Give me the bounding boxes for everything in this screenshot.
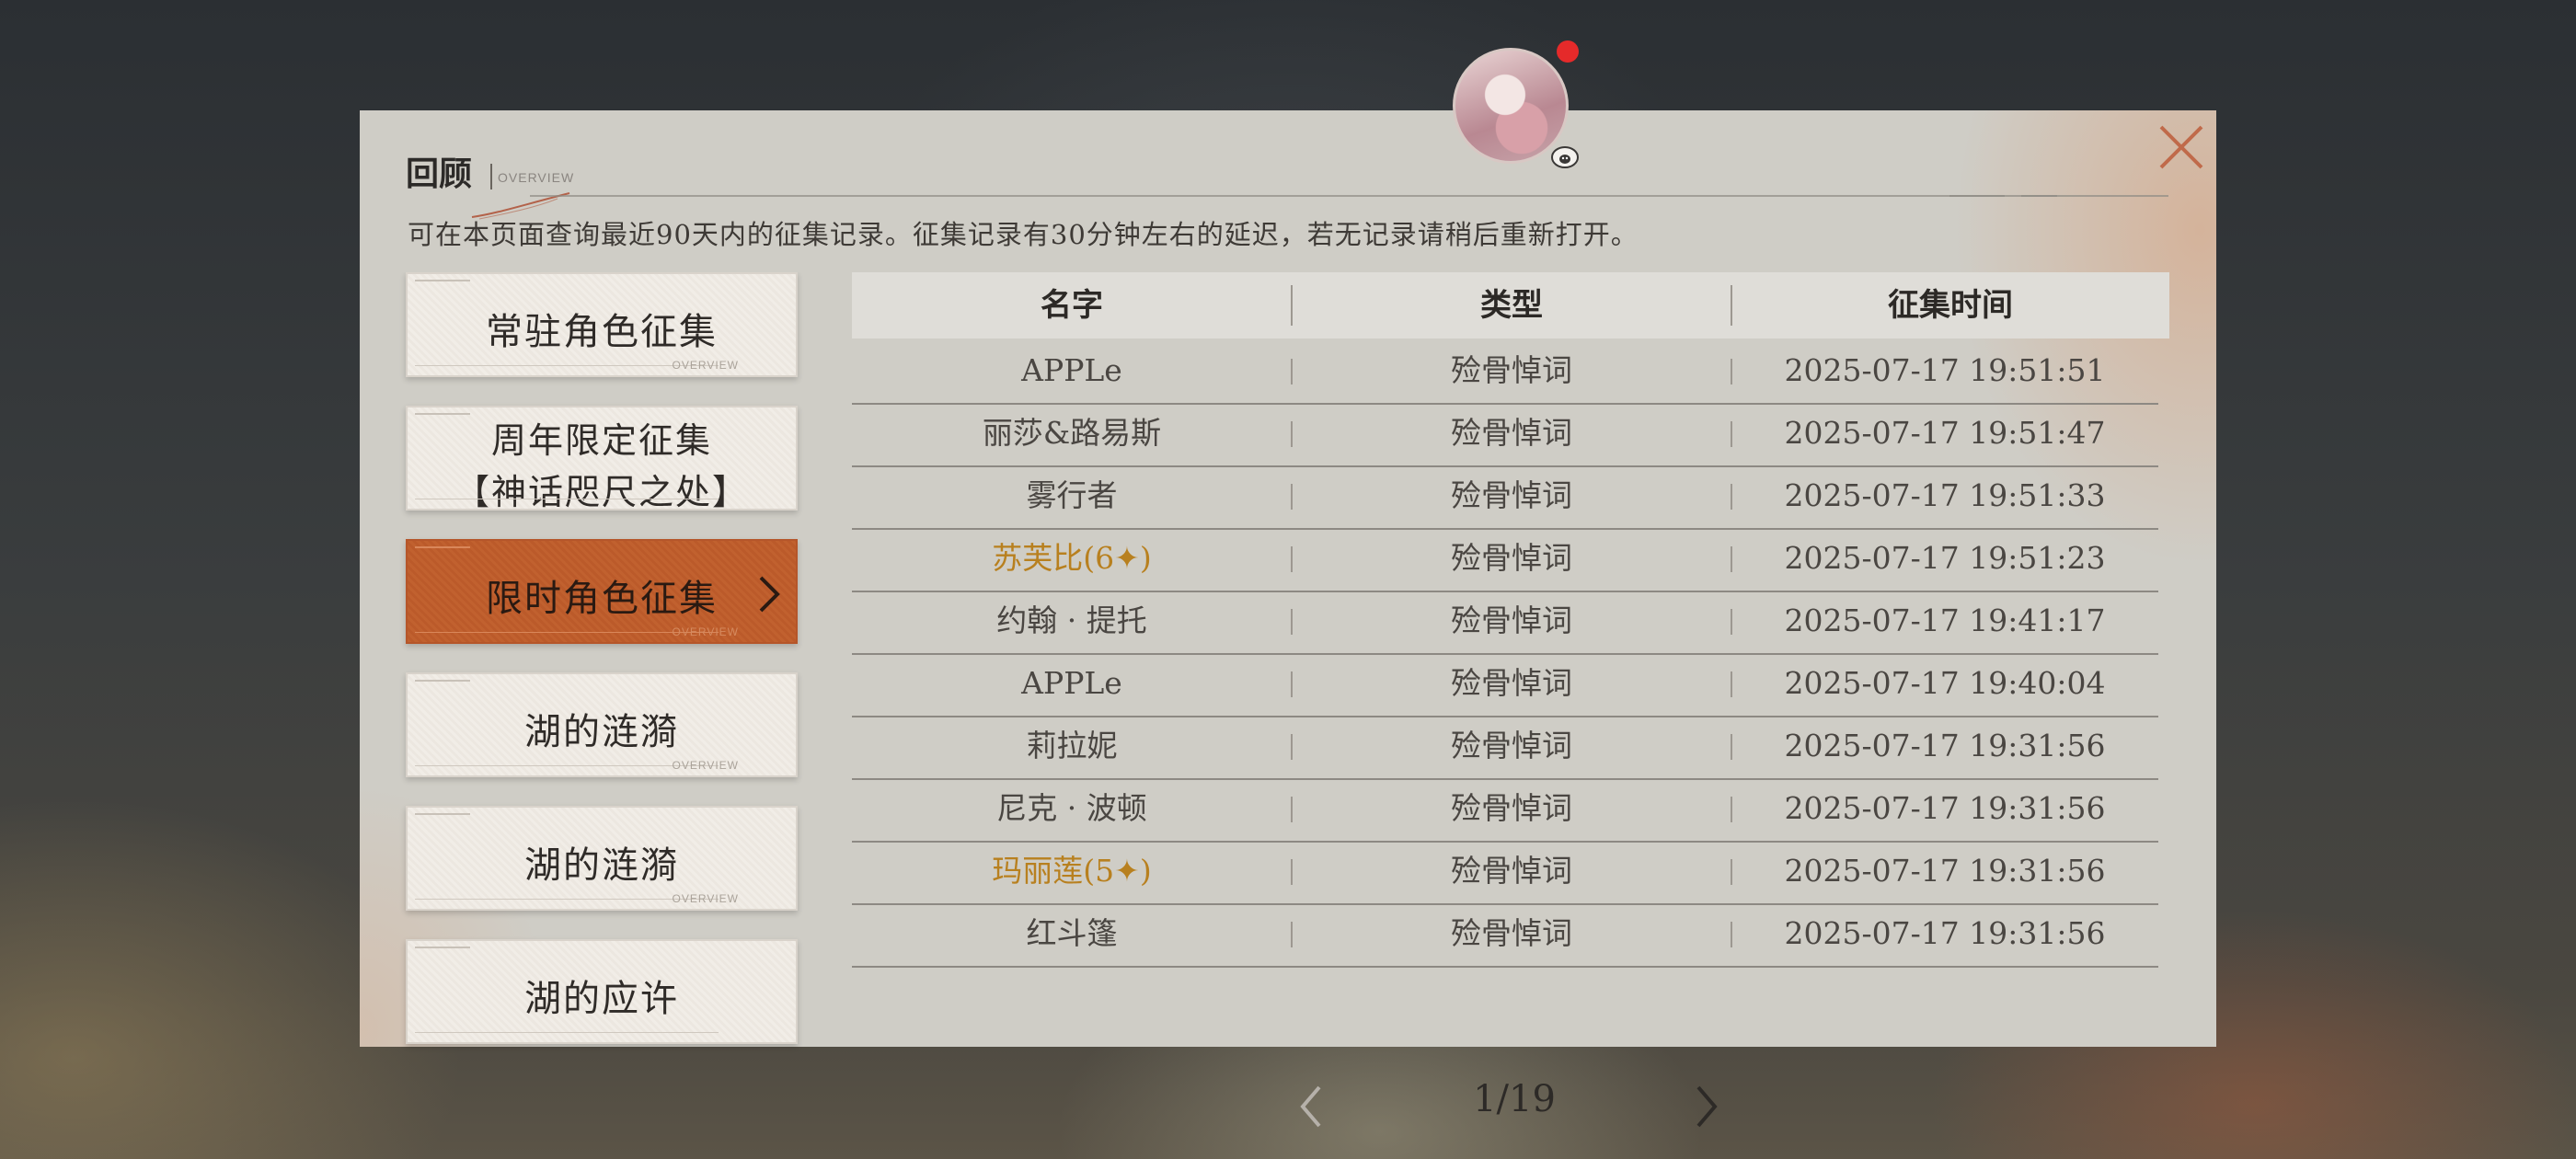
dialog-header: 回顾 OVERVIEW bbox=[406, 140, 2172, 220]
close-icon bbox=[2159, 125, 2203, 169]
cell-name: 莉拉妮 bbox=[1026, 728, 1118, 763]
cell-type: 殓骨悼词 bbox=[1451, 477, 1572, 513]
banner-card-label: 周年限定征集 【神话咫尺之处】 bbox=[454, 420, 749, 512]
cell-time: 2025-07-17 19:31:56 bbox=[1784, 728, 2106, 763]
card-decor-line bbox=[415, 813, 470, 815]
table-row: APPLe 殓骨悼词 2025-07-17 19:40:04 bbox=[852, 653, 2158, 717]
banner-card-label: 限时角色征集 bbox=[486, 578, 718, 620]
cell-name: 玛丽莲(5✦) bbox=[992, 853, 1152, 889]
table-header: 名字 类型 征集时间 bbox=[852, 272, 2169, 339]
cell-type: 殓骨悼词 bbox=[1451, 415, 1572, 451]
table-row: APPLe 殓骨悼词 2025-07-17 19:51:51 bbox=[852, 340, 2158, 405]
column-header-type: 类型 bbox=[1480, 287, 1543, 324]
banner-card-lake-promise[interactable]: 湖的应许 bbox=[406, 939, 798, 1044]
cell-type: 殓骨悼词 bbox=[1451, 540, 1572, 576]
next-page-button[interactable] bbox=[1687, 1084, 1724, 1130]
cell-time: 2025-07-17 19:51:51 bbox=[1784, 352, 2106, 388]
cell-type: 殓骨悼词 bbox=[1451, 665, 1572, 701]
banner-card-anniversary[interactable]: 周年限定征集 【神话咫尺之处】 bbox=[406, 406, 798, 512]
banner-card-label: 湖的应许 bbox=[524, 978, 679, 1020]
cell-name: 约翰 · 提托 bbox=[996, 602, 1147, 638]
cell-time: 2025-07-17 19:31:56 bbox=[1784, 915, 2106, 951]
table-row: 苏芙比(6✦) 殓骨悼词 2025-07-17 19:51:23 bbox=[852, 528, 2158, 592]
cell-type: 殓骨悼词 bbox=[1451, 352, 1572, 388]
column-header-name: 名字 bbox=[1041, 287, 1103, 324]
banner-list[interactable]: 常驻角色征集 OVERVIEW 周年限定征集 【神话咫尺之处】 限时角色征集 O… bbox=[360, 272, 838, 1130]
chevron-left-icon bbox=[1300, 1085, 1321, 1128]
card-tag: OVERVIEW bbox=[672, 359, 739, 372]
card-tag: OVERVIEW bbox=[672, 625, 739, 638]
notice-text: 可在本页面查询最近90天内的征集记录。征集记录有30分钟左右的延迟，若无记录请稍… bbox=[408, 219, 1639, 250]
cell-type: 殓骨悼词 bbox=[1451, 790, 1572, 826]
cell-time: 2025-07-17 19:41:17 bbox=[1784, 602, 2106, 638]
cell-name: 红斗篷 bbox=[1026, 915, 1118, 951]
banner-card-lake-ripple-2[interactable]: 湖的涟漪 OVERVIEW bbox=[406, 806, 798, 911]
prev-page-button[interactable] bbox=[1294, 1084, 1330, 1130]
overview-dialog: 回顾 OVERVIEW 可在本页面查询最近90天内的征集记录。征集记录有30分钟… bbox=[360, 110, 2216, 1128]
page-indicator: 1/19 bbox=[1473, 1078, 1556, 1120]
card-tag: OVERVIEW bbox=[672, 759, 739, 772]
dialog-title: 回顾 bbox=[406, 155, 473, 193]
banner-card-label: 常驻角色征集 bbox=[486, 311, 718, 353]
column-header-time: 征集时间 bbox=[1888, 287, 2013, 324]
cell-type: 殓骨悼词 bbox=[1451, 602, 1572, 638]
chevron-right-icon bbox=[759, 576, 780, 613]
cell-type: 殓骨悼词 bbox=[1451, 915, 1572, 951]
header-divider-short bbox=[1949, 195, 2005, 197]
cell-time: 2025-07-17 19:31:56 bbox=[1784, 790, 2106, 826]
close-button[interactable] bbox=[2154, 120, 2209, 175]
card-decor-line bbox=[415, 546, 470, 548]
cell-name: 丽莎&路易斯 bbox=[982, 415, 1162, 451]
banner-card-label: 湖的涟漪 bbox=[524, 711, 679, 753]
table-row: 莉拉妮 殓骨悼词 2025-07-17 19:31:56 bbox=[852, 716, 2158, 780]
banner-card-limited[interactable]: 限时角色征集 OVERVIEW bbox=[406, 539, 798, 644]
banner-card-label: 湖的涟漪 bbox=[524, 844, 679, 887]
pagination: 1/19 bbox=[852, 1073, 2169, 1137]
cell-time: 2025-07-17 19:51:47 bbox=[1784, 415, 2106, 451]
table-row: 丽莎&路易斯 殓骨悼词 2025-07-17 19:51:47 bbox=[852, 403, 2158, 467]
cell-time: 2025-07-17 19:51:23 bbox=[1784, 540, 2106, 576]
cell-time: 2025-07-17 19:51:33 bbox=[1784, 477, 2106, 513]
banner-card-standard[interactable]: 常驻角色征集 OVERVIEW bbox=[406, 272, 798, 377]
cell-type: 殓骨悼词 bbox=[1451, 728, 1572, 763]
card-decor-line bbox=[415, 280, 470, 281]
cell-time: 2025-07-17 19:40:04 bbox=[1784, 665, 2106, 701]
card-decor-line bbox=[415, 947, 470, 948]
banner-card-lake-ripple-1[interactable]: 湖的涟漪 OVERVIEW bbox=[406, 672, 798, 777]
table-row: 尼克 · 波顿 殓骨悼词 2025-07-17 19:31:56 bbox=[852, 778, 2158, 843]
chevron-right-icon bbox=[1696, 1085, 1718, 1128]
cell-type: 殓骨悼词 bbox=[1451, 853, 1572, 889]
cell-name: APPLe bbox=[1021, 665, 1122, 701]
cell-name: 雾行者 bbox=[1026, 477, 1118, 513]
header-divider-right bbox=[2021, 195, 2168, 197]
cell-time: 2025-07-17 19:31:56 bbox=[1784, 853, 2106, 889]
cell-name: APPLe bbox=[1021, 352, 1122, 388]
cell-name: 苏芙比(6✦) bbox=[992, 540, 1152, 576]
table-row: 雾行者 殓骨悼词 2025-07-17 19:51:33 bbox=[852, 465, 2158, 530]
notification-dot bbox=[1557, 40, 1579, 63]
table-row: 玛丽莲(5✦) 殓骨悼词 2025-07-17 19:31:56 bbox=[852, 841, 2158, 905]
table-row: 红斗篷 殓骨悼词 2025-07-17 19:31:56 bbox=[852, 903, 2158, 968]
header-divider bbox=[530, 195, 2057, 197]
card-tag: OVERVIEW bbox=[672, 892, 739, 905]
sheep-icon bbox=[1551, 146, 1579, 168]
cell-name: 尼克 · 波顿 bbox=[996, 790, 1147, 826]
card-decor-line bbox=[415, 1032, 719, 1033]
card-decor-line bbox=[415, 680, 470, 682]
table-row: 约翰 · 提托 殓骨悼词 2025-07-17 19:41:17 bbox=[852, 591, 2158, 655]
